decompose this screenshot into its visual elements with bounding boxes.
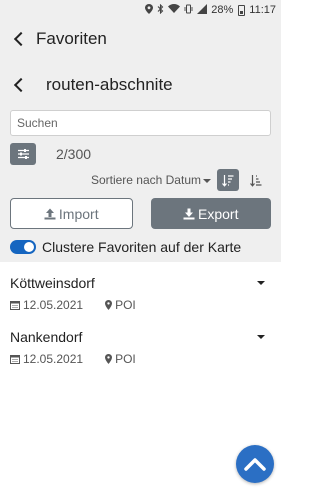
item-type-text: POI [115, 298, 136, 312]
filter-row: 2/300 [0, 136, 281, 166]
sliders-icon [17, 149, 29, 159]
item-date: 12.05.2021 [10, 298, 83, 312]
chevron-up-icon [244, 458, 266, 471]
item-meta: 12.05.2021 POI [10, 348, 271, 370]
item-type-text: POI [115, 352, 136, 366]
list-item[interactable]: Köttweinsdorf 12.05.2021 POI [0, 272, 281, 316]
scroll-to-top-button[interactable] [236, 445, 274, 483]
list-item-header: Nankendorf [10, 326, 271, 348]
map-marker-icon [105, 300, 113, 310]
sort-descending-button[interactable] [217, 169, 239, 191]
cluster-toggle-row: Clustere Favoriten auf der Karte [0, 239, 281, 255]
back-arrow-icon[interactable] [13, 31, 29, 47]
item-menu-caret-icon[interactable] [257, 281, 265, 285]
item-type: POI [105, 352, 136, 366]
calendar-icon [10, 355, 20, 364]
sort-dropdown[interactable]: Sortiere nach Datum [91, 173, 211, 187]
item-type: POI [105, 298, 136, 312]
app-header: Favoriten [0, 20, 281, 58]
caret-down-icon [203, 178, 211, 183]
folder-header: routen-abschnite [0, 60, 281, 110]
item-menu-caret-icon[interactable] [257, 335, 265, 339]
sort-ascending-button[interactable] [245, 169, 267, 191]
clock: 11:17 [249, 4, 276, 16]
location-icon [145, 3, 154, 17]
list-item[interactable]: Nankendorf 12.05.2021 POI [0, 326, 281, 370]
import-button[interactable]: Import [10, 198, 133, 229]
cluster-toggle-label: Clustere Favoriten auf der Karte [42, 239, 242, 255]
wifi-icon [168, 4, 181, 16]
item-meta: 12.05.2021 POI [10, 294, 271, 316]
signal-icon [197, 3, 208, 17]
filter-button[interactable] [10, 143, 36, 165]
bluetooth-icon [157, 3, 164, 17]
sort-dropdown-label: Sortiere nach Datum [90, 173, 201, 187]
export-label: Export [198, 205, 239, 222]
battery-icon [238, 4, 246, 16]
import-label: Import [58, 205, 99, 222]
calendar-icon [10, 301, 20, 310]
item-date: 12.05.2021 [10, 352, 83, 366]
sort-ascending-icon [250, 174, 262, 187]
folder-title: routen-abschnite [46, 75, 173, 94]
item-date-text: 12.05.2021 [23, 352, 84, 366]
cluster-toggle[interactable] [10, 240, 36, 254]
upload-icon [44, 208, 56, 219]
page-title: Favoriten [36, 29, 107, 48]
sort-row: Sortiere nach Datum [0, 168, 281, 192]
top-panel: 28% 11:17 Favoriten routen-abschnite 2/3… [0, 0, 281, 262]
vibrate-icon [184, 4, 193, 17]
search-input[interactable] [10, 110, 271, 136]
battery-percent: 28% [211, 4, 234, 16]
favorites-list: Köttweinsdorf 12.05.2021 POI Nankendorf … [0, 262, 281, 370]
status-bar: 28% 11:17 [0, 0, 281, 20]
item-name: Nankendorf [10, 329, 83, 345]
search-wrap [0, 110, 281, 136]
action-row: Import Export [0, 198, 281, 229]
download-icon [183, 208, 195, 219]
map-marker-icon [105, 354, 113, 364]
sort-descending-icon [222, 174, 234, 187]
folder-back-arrow-icon[interactable] [13, 77, 29, 93]
export-button[interactable]: Export [150, 198, 271, 229]
favorites-count: 2/300 [56, 146, 92, 162]
item-date-text: 12.05.2021 [23, 298, 84, 312]
item-name: Köttweinsdorf [10, 275, 95, 291]
list-item-header: Köttweinsdorf [10, 272, 271, 294]
